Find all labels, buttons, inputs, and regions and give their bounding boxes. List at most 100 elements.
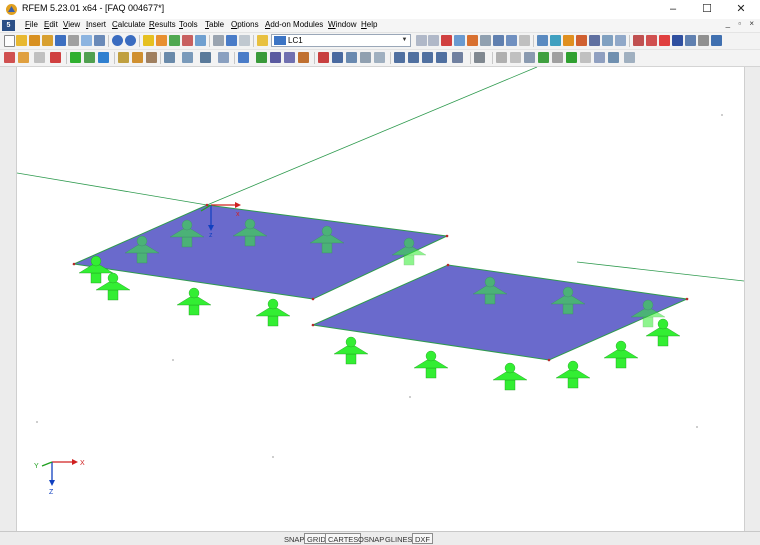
view-z-icon[interactable] (422, 52, 433, 63)
menu-window[interactable]: Window (328, 20, 356, 29)
warning-icon[interactable] (659, 35, 670, 46)
background-icon[interactable] (594, 52, 605, 63)
view-options-dropdown-icon[interactable] (452, 52, 463, 63)
surface-grid-icon[interactable] (270, 52, 281, 63)
plate-surface-2[interactable] (311, 264, 689, 361)
print-icon[interactable] (42, 35, 53, 46)
result-table-icon[interactable] (480, 35, 491, 46)
menu-view[interactable]: View (63, 20, 80, 29)
support-icon[interactable] (50, 52, 61, 63)
window-arrange-icon[interactable] (711, 35, 722, 46)
view-iso-icon[interactable] (436, 52, 447, 63)
animation-icon[interactable] (493, 35, 504, 46)
support-symbol[interactable] (333, 336, 369, 365)
view-x-icon[interactable] (394, 52, 405, 63)
visibility-icon[interactable] (374, 52, 385, 63)
edit-pencil-icon[interactable] (143, 35, 154, 46)
tools-icon[interactable] (298, 52, 309, 63)
move-icon[interactable] (182, 52, 193, 63)
display-settings-icon[interactable] (474, 52, 485, 63)
node-icon[interactable] (4, 52, 15, 63)
printout-report-icon[interactable] (68, 35, 79, 46)
solid-model-icon[interactable] (84, 52, 95, 63)
surface-icon[interactable] (70, 52, 81, 63)
support-symbol[interactable] (492, 362, 528, 391)
iso-view-icon[interactable] (615, 35, 626, 46)
open-template-icon[interactable] (29, 35, 40, 46)
results-values-icon[interactable] (454, 35, 465, 46)
save-icon[interactable] (55, 35, 66, 46)
measure-distance-icon[interactable] (496, 52, 507, 63)
member-load-icon[interactable] (118, 52, 129, 63)
member-icon[interactable] (34, 52, 45, 63)
print-graphic-icon[interactable] (81, 35, 92, 46)
glines-toggle[interactable]: GLINES (382, 533, 416, 544)
menu-table[interactable]: Table (205, 20, 224, 29)
support-symbol[interactable] (413, 350, 449, 379)
menu-options[interactable]: Options (231, 20, 259, 29)
zoom-all-icon[interactable] (169, 35, 180, 46)
grid-icon[interactable] (537, 35, 548, 46)
document-window-icon[interactable]: 5 (2, 20, 15, 31)
view-options-icon[interactable] (195, 35, 206, 46)
support-symbol[interactable] (255, 298, 291, 327)
menu-add-on-modules[interactable]: Add-on Modules (265, 20, 323, 29)
guide-line-icon[interactable] (524, 52, 535, 63)
project-navigator-icon[interactable] (94, 35, 105, 46)
section-view-icon[interactable] (519, 35, 530, 46)
menu-insert[interactable]: Insert (86, 20, 106, 29)
mesh-icon[interactable] (284, 52, 295, 63)
result-diagram-icon[interactable] (467, 35, 478, 46)
info-icon[interactable] (698, 35, 709, 46)
support-symbol[interactable] (603, 340, 639, 369)
copy-icon[interactable] (164, 52, 175, 63)
chevron-down-icon[interactable]: ▼ (400, 36, 409, 45)
more-tools-icon[interactable] (624, 52, 635, 63)
show-results-icon[interactable] (441, 35, 452, 46)
select-icon[interactable] (318, 52, 329, 63)
grid-point-icon[interactable] (538, 52, 549, 63)
mirror-icon[interactable] (218, 52, 229, 63)
navigator-icon[interactable] (226, 35, 237, 46)
zoom-window-icon[interactable] (156, 35, 167, 46)
menu-edit[interactable]: Edit (44, 20, 58, 29)
measure-icon[interactable] (646, 35, 657, 46)
new-file-icon[interactable] (4, 35, 15, 47)
panel-icon[interactable] (239, 35, 250, 46)
select-window-icon[interactable] (332, 52, 343, 63)
display-icon[interactable] (550, 35, 561, 46)
clipping-plane-icon[interactable] (608, 52, 619, 63)
model-canvas[interactable]: x z X Y Z (17, 67, 744, 531)
opening-icon[interactable] (98, 52, 109, 63)
support-symbol[interactable] (176, 287, 212, 316)
settings-icon[interactable] (182, 35, 193, 46)
previous-load-case-icon[interactable] (416, 35, 427, 46)
mdi-window-controls[interactable]: _ ▫ × (726, 19, 757, 28)
undo-icon[interactable] (112, 35, 123, 46)
surface-load-icon[interactable] (132, 52, 143, 63)
select-cross-icon[interactable] (346, 52, 357, 63)
redo-icon[interactable] (125, 35, 136, 46)
select-all-icon[interactable] (360, 52, 371, 63)
menu-results[interactable]: Results (149, 20, 176, 29)
menu-tools[interactable]: Tools (179, 20, 198, 29)
dimension-icon[interactable] (685, 35, 696, 46)
delete-icon[interactable] (672, 35, 683, 46)
open-folder-icon[interactable] (16, 35, 27, 46)
solid-icon[interactable] (589, 35, 600, 46)
comment-icon[interactable] (510, 52, 521, 63)
transparent-icon[interactable] (602, 35, 613, 46)
minimize-button[interactable]: – (656, 0, 690, 19)
load-case-icon[interactable] (257, 35, 268, 46)
table-icon[interactable] (213, 35, 224, 46)
snap-icon[interactable] (633, 35, 644, 46)
divide-icon[interactable] (238, 52, 249, 63)
render-icon[interactable] (563, 35, 574, 46)
close-button[interactable]: ✕ (724, 0, 758, 19)
wireframe-icon[interactable] (576, 35, 587, 46)
dxf-layer-icon[interactable] (552, 52, 563, 63)
load-case-selector[interactable]: LC1 ▼ (271, 34, 411, 47)
menu-help[interactable]: Help (361, 20, 377, 29)
rotate-icon[interactable] (200, 52, 211, 63)
dxf-toggle[interactable]: DXF (412, 533, 433, 544)
